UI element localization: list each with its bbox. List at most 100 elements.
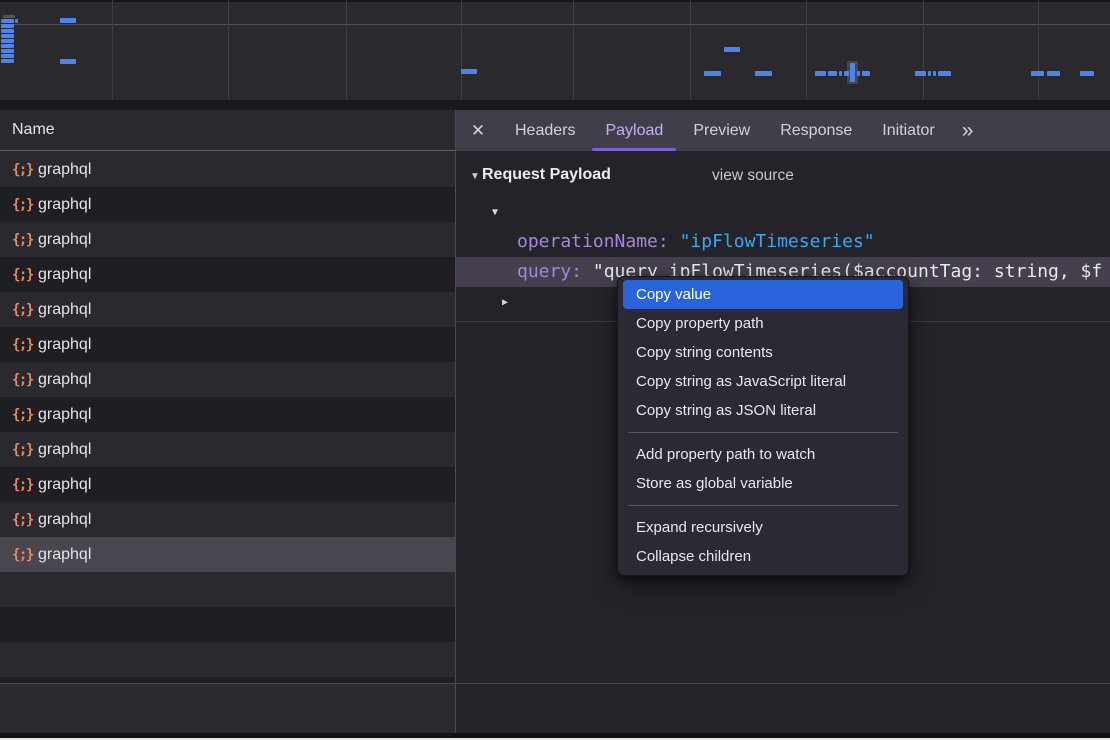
- network-request-row[interactable]: {;}graphql: [0, 537, 455, 572]
- close-icon[interactable]: ✕: [456, 110, 500, 151]
- request-name-label: graphql: [38, 406, 91, 424]
- network-request-row[interactable]: {;}graphql: [0, 187, 455, 222]
- waterfall-bar: [1031, 71, 1044, 76]
- request-payload-section-header[interactable]: ▼ Request Payload view source: [456, 166, 1110, 190]
- overview-baseline: [0, 24, 1110, 25]
- waterfall-bar: [60, 18, 76, 23]
- network-request-row[interactable]: {;}graphql: [0, 257, 455, 292]
- property-key: query:: [517, 261, 582, 282]
- request-name-label: graphql: [38, 301, 91, 319]
- menu-item-add-property-path-to-watch[interactable]: Add property path to watch: [623, 440, 903, 469]
- waterfall-bar: [1, 24, 14, 28]
- section-title: Request Payload: [482, 166, 611, 184]
- waterfall-bar: [3, 15, 15, 18]
- tab-initiator[interactable]: Initiator: [867, 110, 949, 151]
- empty-stripe-row: [0, 572, 455, 607]
- network-overview-timeline[interactable]: [0, 0, 1110, 100]
- waterfall-bar: [862, 71, 870, 76]
- overview-gridline: [690, 0, 691, 100]
- request-rows: {;}graphql{;}graphql{;}graphql{;}graphql…: [0, 152, 455, 683]
- request-name-label: graphql: [38, 476, 91, 494]
- waterfall-bar: [704, 71, 721, 76]
- request-name-label: graphql: [38, 371, 91, 389]
- footer-right-area: [456, 684, 1110, 733]
- request-list-panel: Name {;}graphql{;}graphql{;}graphql{;}gr…: [0, 110, 455, 683]
- request-name-label: graphql: [38, 231, 91, 249]
- request-name-label: graphql: [38, 196, 91, 214]
- tree-root-row[interactable]: ▼ {operationName: "ipFlowTimeseries", va…: [456, 197, 1110, 227]
- overview-gridline: [346, 0, 347, 100]
- request-name-label: graphql: [38, 161, 91, 179]
- waterfall-bar: [1, 19, 14, 23]
- empty-stripe-row: [0, 607, 455, 642]
- network-request-row[interactable]: {;}graphql: [0, 502, 455, 537]
- waterfall-bar: [1, 54, 14, 58]
- menu-item-copy-string-as-javascript-literal[interactable]: Copy string as JavaScript literal: [623, 367, 903, 396]
- waterfall-bar: [1080, 71, 1094, 76]
- view-source-link[interactable]: view source: [712, 167, 794, 185]
- more-tabs-icon[interactable]: »: [962, 110, 972, 151]
- waterfall-bar: [724, 47, 740, 52]
- overview-gridline: [1038, 0, 1039, 100]
- fetch-json-icon: {;}: [12, 477, 38, 493]
- waterfall-bar: [1047, 71, 1060, 76]
- fetch-json-icon: {;}: [12, 442, 38, 458]
- waterfall-bar: [928, 71, 931, 76]
- property-key: operationName:: [517, 231, 669, 252]
- network-request-row[interactable]: {;}graphql: [0, 292, 455, 327]
- menu-item-copy-string-contents[interactable]: Copy string contents: [623, 338, 903, 367]
- network-request-row[interactable]: {;}graphql: [0, 152, 455, 187]
- menu-item-copy-value[interactable]: Copy value: [623, 280, 903, 309]
- waterfall-bar: [915, 71, 926, 76]
- waterfall-bar: [844, 71, 849, 76]
- fetch-json-icon: {;}: [12, 162, 38, 178]
- menu-item-collapse-children[interactable]: Collapse children: [623, 542, 903, 571]
- request-name-label: graphql: [38, 336, 91, 354]
- menu-item-copy-string-as-json-literal[interactable]: Copy string as JSON literal: [623, 396, 903, 425]
- collapse-triangle-icon[interactable]: ▼: [470, 171, 480, 182]
- expander-right-icon[interactable]: ▶: [502, 288, 508, 317]
- tab-response[interactable]: Response: [765, 110, 867, 151]
- overview-gridline: [228, 0, 229, 100]
- tab-payload[interactable]: Payload: [590, 110, 678, 151]
- waterfall-bar: [461, 69, 477, 74]
- menu-item-expand-recursively[interactable]: Expand recursively: [623, 513, 903, 542]
- network-request-row[interactable]: {;}graphql: [0, 362, 455, 397]
- waterfall-bar: [755, 71, 772, 76]
- network-request-row[interactable]: {;}graphql: [0, 432, 455, 467]
- name-column-label: Name: [12, 121, 55, 139]
- empty-stripe-row: [0, 642, 455, 677]
- overview-gridline: [112, 0, 113, 100]
- tab-headers[interactable]: Headers: [500, 110, 590, 151]
- menu-item-copy-property-path[interactable]: Copy property path: [623, 309, 903, 338]
- overview-gridline: [806, 0, 807, 100]
- tab-preview[interactable]: Preview: [678, 110, 765, 151]
- waterfall-bar: [1, 39, 14, 43]
- name-column-header[interactable]: Name: [0, 110, 455, 151]
- network-request-row[interactable]: {;}graphql: [0, 397, 455, 432]
- waterfall-bar: [815, 71, 826, 76]
- fetch-json-icon: {;}: [12, 512, 38, 528]
- request-name-label: graphql: [38, 511, 91, 529]
- overview-gridline: [461, 0, 462, 100]
- waterfall-bar: [1, 49, 14, 53]
- fetch-json-icon: {;}: [12, 337, 38, 353]
- expander-down-icon[interactable]: ▼: [492, 198, 498, 227]
- waterfall-bar: [938, 71, 951, 76]
- overview-gridline: [573, 0, 574, 100]
- waterfall-bar: [839, 71, 842, 76]
- network-request-row[interactable]: {;}graphql: [0, 327, 455, 362]
- menu-separator: [628, 432, 898, 433]
- waterfall-bar: [1, 29, 14, 33]
- overview-gridline: [923, 0, 924, 100]
- menu-separator: [628, 505, 898, 506]
- network-request-row[interactable]: {;}graphql: [0, 222, 455, 257]
- menu-item-store-as-global-variable[interactable]: Store as global variable: [623, 469, 903, 498]
- tree-operationname-row[interactable]: operationName: "ipFlowTimeseries": [456, 227, 1110, 257]
- waterfall-bar: [828, 71, 837, 76]
- network-request-row[interactable]: {;}graphql: [0, 467, 455, 502]
- property-value-string: "ipFlowTimeseries": [680, 231, 875, 252]
- context-menu: Copy valueCopy property pathCopy string …: [617, 276, 909, 576]
- footer-left-area: [0, 684, 455, 733]
- waterfall-bar: [60, 59, 76, 64]
